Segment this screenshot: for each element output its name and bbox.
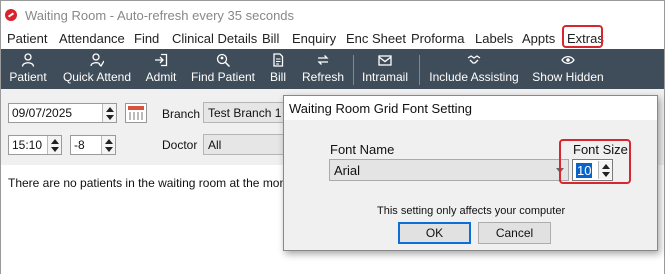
menu-bar: Patient Attendance Find Clinical Details… <box>1 29 664 49</box>
offset-field[interactable]: -8 <box>70 135 116 155</box>
handshake-icon <box>467 55 481 64</box>
font-size-spinner[interactable] <box>598 161 612 179</box>
toolbar: Patient Quick Attend Admit Find Patient … <box>1 49 664 89</box>
spin-down-icon <box>51 147 59 152</box>
ok-button-label: OK <box>425 226 444 240</box>
refresh-toolbar-button[interactable]: Refresh <box>299 49 347 89</box>
document-icon <box>273 53 284 67</box>
include-assisting-toolbar-button[interactable]: Include Assisting <box>426 49 522 89</box>
time-spinner[interactable] <box>47 136 61 154</box>
menu-patient[interactable]: Patient <box>7 31 47 46</box>
menu-enc-sheet[interactable]: Enc Sheet <box>346 31 406 46</box>
font-name-value: Arial <box>334 163 361 178</box>
font-size-value: 10 <box>576 163 593 178</box>
patient-toolbar-button[interactable]: Patient <box>5 49 51 89</box>
spin-up-icon <box>602 164 610 169</box>
font-size-label: Font Size <box>573 142 628 157</box>
font-setting-dialog: Waiting Room Grid Font Setting Font Name… <box>283 95 658 251</box>
bill-toolbar-button[interactable]: Bill <box>265 49 291 89</box>
spin-down-icon <box>105 147 113 152</box>
show-hidden-toolbar-label: Show Hidden <box>532 70 604 84</box>
menu-extras[interactable]: Extras <box>567 31 604 46</box>
ok-button[interactable]: OK <box>398 222 471 244</box>
spin-up-icon <box>51 139 59 144</box>
menu-attendance[interactable]: Attendance <box>59 31 125 46</box>
offset-spinner[interactable] <box>101 136 115 154</box>
find-patient-toolbar-button[interactable]: Find Patient <box>188 49 258 89</box>
branch-label: Branch <box>162 107 201 121</box>
toolbar-separator <box>353 55 354 85</box>
font-name-select[interactable]: Arial <box>329 159 569 181</box>
refresh-toolbar-label: Refresh <box>301 70 345 84</box>
doctor-label: Doctor <box>162 138 198 152</box>
menu-labels[interactable]: Labels <box>475 31 513 46</box>
search-person-icon <box>216 53 230 67</box>
font-name-label: Font Name <box>330 142 395 157</box>
patient-toolbar-label: Patient <box>9 70 47 84</box>
calendar-icon[interactable] <box>125 103 147 123</box>
doctor-value: All <box>208 138 222 152</box>
eye-icon <box>561 55 575 65</box>
sign-in-icon <box>155 53 168 67</box>
menu-appts[interactable]: Appts <box>522 31 555 46</box>
branch-select[interactable]: Test Branch 1 <box>203 102 285 123</box>
chevron-down-icon <box>556 168 564 173</box>
intramail-toolbar-label: Intramail <box>361 70 408 84</box>
empty-grid-message: There are no patients in the waiting roo… <box>8 176 290 190</box>
menu-clinical-details[interactable]: Clinical Details <box>172 31 257 46</box>
branch-value: Test Branch 1 <box>208 106 282 120</box>
show-hidden-toolbar-button[interactable]: Show Hidden <box>529 49 607 89</box>
title-bar: Waiting Room - Auto-refresh every 35 sec… <box>1 1 664 29</box>
admit-toolbar-label: Admit <box>145 70 177 84</box>
time-value: 15:10 <box>12 138 43 152</box>
person-check-icon <box>90 53 104 67</box>
menu-bill[interactable]: Bill <box>262 31 279 46</box>
spin-up-icon <box>106 107 114 112</box>
window-title: Waiting Room - Auto-refresh every 35 sec… <box>25 8 295 23</box>
dialog-title: Waiting Room Grid Font Setting <box>284 96 657 120</box>
find-patient-toolbar-label: Find Patient <box>190 70 256 84</box>
admit-toolbar-button[interactable]: Admit <box>141 49 181 89</box>
menu-enquiry[interactable]: Enquiry <box>292 31 336 46</box>
date-value: 09/07/2025 <box>12 106 73 120</box>
cancel-button[interactable]: Cancel <box>478 222 551 244</box>
offset-value: -8 <box>74 138 85 152</box>
app-logo-icon <box>5 9 17 21</box>
font-size-field[interactable]: 10 <box>572 159 613 181</box>
include-assisting-toolbar-label: Include Assisting <box>429 70 519 84</box>
quick-attend-toolbar-button[interactable]: Quick Attend <box>59 49 135 89</box>
date-spinner[interactable] <box>102 104 116 122</box>
intramail-toolbar-button[interactable]: Intramail <box>359 49 411 89</box>
menu-find[interactable]: Find <box>134 31 159 46</box>
person-icon <box>21 53 35 67</box>
refresh-icon <box>317 55 329 65</box>
dialog-note: This setting only affects your computer <box>377 205 566 217</box>
quick-attend-toolbar-label: Quick Attend <box>62 70 132 84</box>
spin-up-icon <box>105 139 113 144</box>
date-field[interactable]: 09/07/2025 <box>8 103 117 123</box>
mail-icon <box>378 55 392 66</box>
time-field[interactable]: 15:10 <box>8 135 62 155</box>
spin-down-icon <box>106 115 114 120</box>
bill-toolbar-label: Bill <box>269 70 286 84</box>
waiting-room-window: Waiting Room - Auto-refresh every 35 sec… <box>0 0 665 274</box>
doctor-select[interactable]: All <box>203 134 285 155</box>
toolbar-separator <box>419 55 420 85</box>
cancel-button-label: Cancel <box>495 226 534 240</box>
spin-down-icon <box>602 172 610 177</box>
menu-proforma[interactable]: Proforma <box>411 31 464 46</box>
